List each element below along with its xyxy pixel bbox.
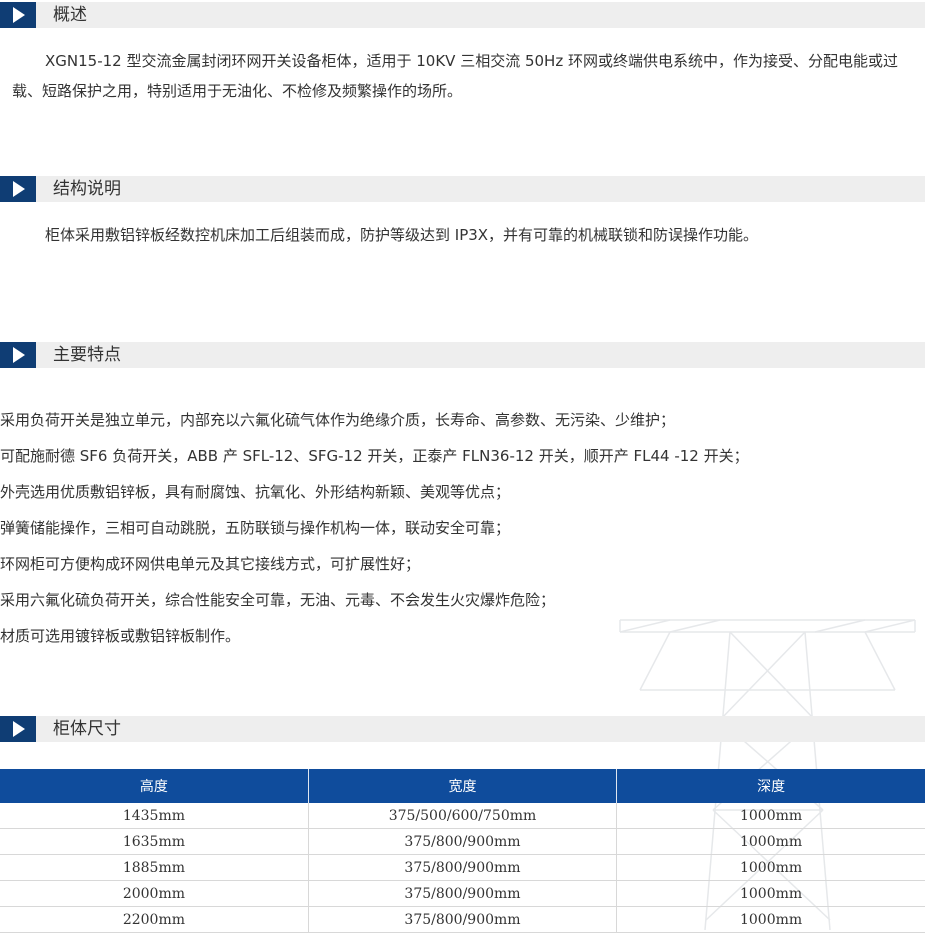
list-item: 环网柜可方便构成环网供电单元及其它接线方式，可扩展性好； [0,555,421,573]
play-arrow-icon [0,176,36,202]
cell-width: 375/800/900mm [308,854,618,881]
column-header-width: 宽度 [308,769,618,803]
section-title-structure: 结构说明 [53,179,121,199]
table-row: 2200mm 375/800/900mm 1000mm [0,906,925,933]
section-header-dimensions: 柜体尺寸 [0,716,925,742]
section-title-dimensions: 柜体尺寸 [53,719,121,739]
table-header-row: 高度 宽度 深度 [0,769,925,803]
section-header-structure: 结构说明 [0,176,925,202]
cell-depth: 1000mm [616,803,925,829]
play-arrow-icon [0,342,36,368]
cell-height: 2000mm [0,880,309,907]
structure-text: 柜体采用敷铝锌板经数控机床加工后组装而成，防护等级达到 IP3X，并有可靠的机械… [45,226,759,244]
cell-width: 375/800/900mm [308,880,618,907]
list-item: 材质可选用镀锌板或敷铝锌板制作。 [0,627,241,645]
list-item: 弹簧储能操作，三相可自动跳脱，五防联锁与操作机构一体，联动安全可靠； [0,519,511,537]
dimensions-table: 高度 宽度 深度 1435mm 375/500/600/750mm 1000mm… [0,769,925,933]
table-row: 1435mm 375/500/600/750mm 1000mm [0,803,925,829]
column-header-height: 高度 [0,769,309,803]
list-item: 采用负荷开关是独立单元，内部充以六氟化硫气体作为绝缘介质，长寿命、高参数、无污染… [0,411,676,429]
list-item: 外壳选用优质敷铝锌板，具有耐腐蚀、抗氧化、外形结构新颖、美观等优点； [0,483,511,501]
feature-list: 采用负荷开关是独立单元，内部充以六氟化硫气体作为绝缘介质，长寿命、高参数、无污染… [0,402,925,654]
column-header-depth: 深度 [616,769,925,803]
cell-height: 1885mm [0,854,309,881]
list-item: 采用六氟化硫负荷开关，综合性能安全可靠，无油、元毒、不会发生火灾爆炸危险； [0,591,556,609]
overview-text: XGN15-12 型交流金属封闭环网开关设备柜体，适用于 10KV 三相交流 5… [12,52,898,100]
table-row: 1635mm 375/800/900mm 1000mm [0,828,925,855]
cell-depth: 1000mm [616,880,925,907]
cell-depth: 1000mm [616,828,925,855]
play-arrow-icon [0,716,36,742]
cell-height: 1435mm [0,803,309,829]
table-row: 2000mm 375/800/900mm 1000mm [0,880,925,907]
section-header-overview: 概述 [0,2,925,28]
cell-width: 375/800/900mm [308,828,618,855]
section-title-overview: 概述 [53,5,87,25]
section-header-features: 主要特点 [0,342,925,368]
list-item: 可配施耐德 SF6 负荷开关，ABB 产 SFL-12、SFG-12 开关，正泰… [0,447,749,465]
cell-height: 1635mm [0,828,309,855]
cell-height: 2200mm [0,906,309,933]
cell-depth: 1000mm [616,854,925,881]
cell-width: 375/500/600/750mm [308,803,618,829]
cell-depth: 1000mm [616,906,925,933]
section-title-features: 主要特点 [53,345,121,365]
cell-width: 375/800/900mm [308,906,618,933]
play-arrow-icon [0,2,36,28]
table-row: 1885mm 375/800/900mm 1000mm [0,854,925,881]
